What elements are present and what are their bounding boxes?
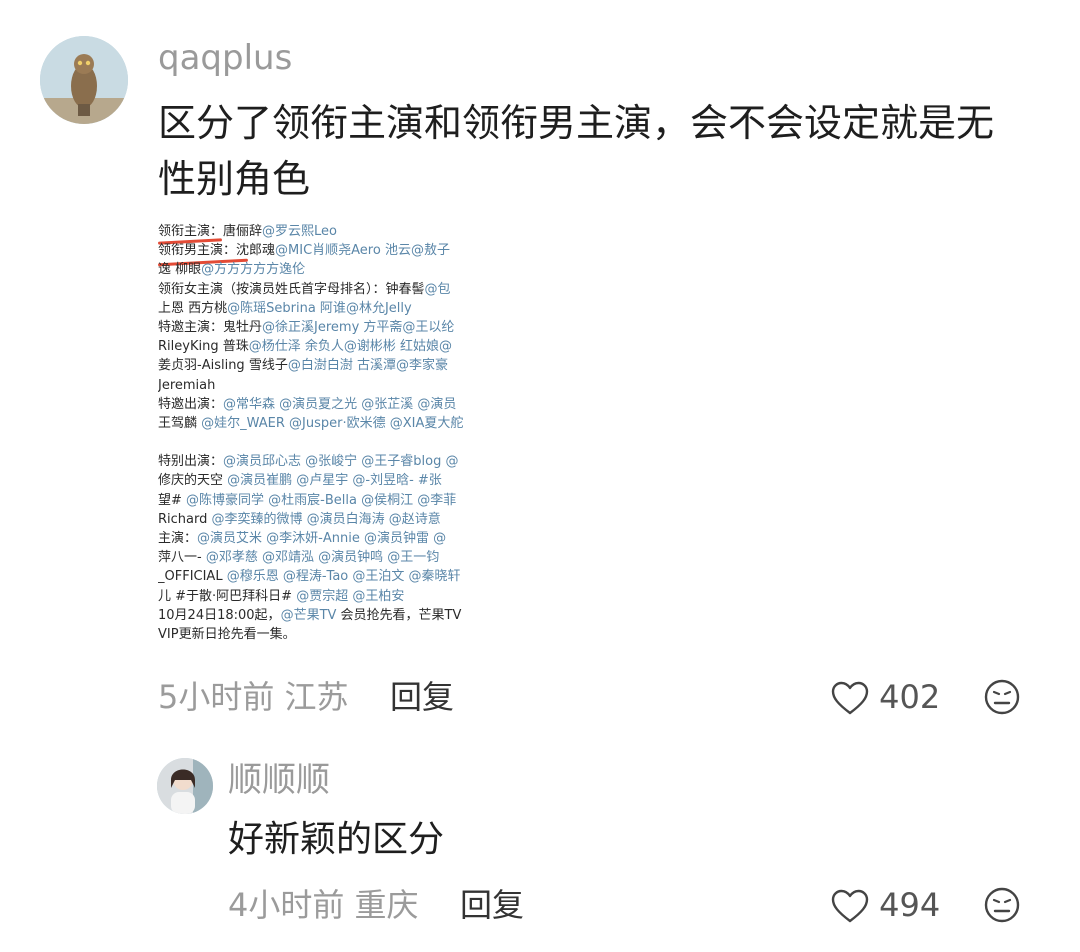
reply-button[interactable]: 回复 (390, 676, 454, 718)
attached-image-line: 特邀主演：鬼牡丹@徐正溪Jeremy 方平斋@王以纶 (158, 318, 508, 337)
attached-text-segment: 特邀主演：鬼牡丹 (158, 319, 263, 335)
attached-image-line: RileyKing 普珠@杨仕泽 余负人@谢彬彬 红姑娘@ (158, 337, 508, 356)
attached-image-line: 姜贞羽-Aisling 雪线子@白澍白澍 古溪潭@李家豪 (158, 356, 508, 375)
attached-image-line: 修庆的天空 @演员崔鹏 @卢星宇 @-刘昱晗- #张 (158, 471, 508, 490)
attached-mention: @林允Jelly (345, 300, 412, 316)
attached-mention: @敖子 (410, 243, 450, 259)
attached-text-segment: 望# (158, 492, 187, 508)
avatar-qaqplus[interactable] (40, 36, 128, 124)
avatar-shunshunshun[interactable] (157, 758, 213, 814)
attached-text-segment: 上恩 西方桃 (158, 300, 228, 316)
attached-text-segment: Richard (158, 511, 212, 527)
attached-mention: @芒果TV (280, 607, 337, 623)
attached-mention: @陈博豪同学 @杜雨宸-Bella @侯桐江 @李菲 (186, 492, 457, 508)
attached-mention: @邓孝慈 @邓靖泓 @演员钟鸣 @王一钧 (205, 550, 440, 566)
reply-username[interactable]: 顺顺顺 (228, 758, 330, 802)
attached-mention: @贾宗超 @王柏安 (296, 588, 405, 604)
attached-image-line: 望# @陈博豪同学 @杜雨宸-Bella @侯桐江 @李菲 (158, 491, 508, 510)
attached-text-segment: 修庆的天空 (158, 473, 228, 489)
attached-text-segment: 逸 柳眼 (158, 262, 202, 278)
attached-text-segment: VIP更新日抢先看一集。 (158, 626, 296, 642)
comment-time-location: 5小时前 江苏 (158, 678, 349, 716)
attached-text-segment: 10月24日18:00起， (158, 607, 281, 623)
attached-text-segment: 领衔主演：唐俪辞 (158, 224, 263, 239)
attached-text-segment: 领衔女主演（按演员姓氏首字母排名）：钟春髻 (158, 281, 425, 297)
attached-mention: @MIC肖顺尧Aero 池云 (275, 243, 411, 259)
attached-mention: @李家豪 (395, 358, 448, 374)
attached-text-segment: 主演： (158, 531, 198, 546)
reply-dislike-button[interactable] (983, 886, 1021, 924)
attached-mention: @陈瑶Sebrina 阿谁 (227, 300, 346, 316)
reply-like-button[interactable]: 494 (830, 884, 940, 926)
attached-image-text: 领衔主演：唐俪辞@罗云熙Leo 领衔男主演：沈郎魂@MIC肖顺尧Aero 池云@敖… (158, 222, 508, 654)
attached-mention: @李奕臻的微博 @演员白海涛 @赵诗意 (211, 511, 441, 527)
reply-like-count: 494 (879, 886, 941, 924)
attached-text-segment: 领衔男主演：沈郎魂 (158, 243, 276, 259)
attached-mention: @娃尔_WAER @Jusper·欧米德 @XIA夏大舵 (201, 415, 464, 431)
attached-image-line: 主演：@演员艾米 @李沐妍-Annie @演员钟雷 @ (158, 529, 508, 548)
attached-text-segment: 会员抢先看，芒果TV (336, 607, 462, 623)
attached-mention: @白澍白澍 古溪潭 (287, 358, 396, 374)
attached-text-segment: 姜贞羽-Aisling 雪线子 (158, 358, 288, 374)
attached-image-line: 领衔男主演：沈郎魂@MIC肖顺尧Aero 池云@敖子 (158, 241, 508, 260)
attached-text-segment: 特别出演： (158, 454, 224, 470)
attached-mention: @方方方方方逸伦 (201, 262, 306, 278)
attached-mention: @谢彬彬 红姑娘 (343, 339, 439, 355)
attached-text-segment: 王驾麟 (158, 415, 202, 431)
owl-avatar-image (40, 36, 128, 124)
frown-face-icon (984, 679, 1020, 715)
attached-image-line: 儿 #于散·阿巴拜科日# @贾宗超 @王柏安 (158, 587, 508, 606)
attached-mention: @罗云熙Leo (262, 224, 337, 239)
attached-mention: @演员邱心志 @张峻宁 @王子睿blog @ (223, 454, 459, 470)
attached-text-segment: 特邀出演： (158, 396, 224, 412)
attached-mention: @穆乐恩 @程涛-Tao @王泊文 @秦晓轩 (226, 569, 461, 585)
attached-text-segment: Jeremiah (158, 377, 216, 393)
reply-text: 好新颖的区分 (228, 819, 445, 860)
attached-text-segment: 儿 #于散·阿巴拜科日# (158, 588, 297, 604)
attached-image-line: VIP更新日抢先看一集。 (158, 625, 508, 644)
attached-image-line: 领衔主演：唐俪辞@罗云熙Leo (158, 222, 508, 241)
attached-mention: @常华森 @演员夏之光 @张芷溪 @演员 (223, 396, 457, 412)
attached-mention: @演员艾米 @李沐妍-Annie @演员钟雷 @ (197, 531, 447, 546)
comment-text: 区分了领衔主演和领衔男主演，会不会设定就是无性别角色 (158, 101, 995, 201)
reply-reply-button[interactable]: 回复 (460, 884, 524, 926)
user-avatar-image (157, 758, 213, 814)
heart-outline-icon (831, 681, 869, 715)
attached-image-line: _OFFICIAL @穆乐恩 @程涛-Tao @王泊文 @秦晓轩 (158, 567, 508, 586)
attached-image-line: 特邀出演：@常华森 @演员夏之光 @张芷溪 @演员 (158, 395, 508, 414)
attached-text-segment: RileyKing 普珠 (158, 339, 249, 355)
attached-mention: @ (439, 339, 452, 355)
attached-image-line: Richard @李奕臻的微博 @演员白海涛 @赵诗意 (158, 510, 508, 529)
attached-mention: @王以纶 (402, 319, 455, 335)
attached-image-line: 10月24日18:00起，@芒果TV 会员抢先看，芒果TV (158, 606, 508, 625)
attached-mention: @杨仕泽 余负人 (248, 339, 344, 355)
attached-text-segment: 萍八一- (158, 550, 206, 566)
attached-image-line (158, 433, 508, 452)
comment-username[interactable]: qaqplus (158, 36, 292, 80)
frown-face-icon (984, 887, 1020, 923)
like-button[interactable]: 402 (830, 676, 940, 718)
attached-image-line: 上恩 西方桃@陈瑶Sebrina 阿谁@林允Jelly (158, 299, 508, 318)
heart-outline-icon (831, 889, 869, 923)
attached-mention: @包 (424, 281, 451, 297)
attached-image-line: 萍八一- @邓孝慈 @邓靖泓 @演员钟鸣 @王一钧 (158, 548, 508, 567)
dislike-button[interactable] (983, 678, 1021, 716)
attached-image-line: Jeremiah (158, 376, 508, 395)
reply-time-location: 4小时前 重庆 (228, 886, 419, 924)
attached-image-line: 王驾麟 @娃尔_WAER @Jusper·欧米德 @XIA夏大舵 (158, 414, 508, 433)
attached-mention: @演员崔鹏 @卢星宇 @-刘昱晗- #张 (227, 473, 442, 489)
attached-image-line: 特别出演：@演员邱心志 @张峻宁 @王子睿blog @ (158, 452, 508, 471)
attached-mention: @徐正溪Jeremy 方平斋 (262, 319, 403, 335)
attached-text-segment: _OFFICIAL (158, 569, 227, 585)
like-count: 402 (879, 678, 941, 716)
attached-image-line: 领衔女主演（按演员姓氏首字母排名）：钟春髻@包 (158, 280, 508, 299)
attached-image-line: 逸 柳眼@方方方方方逸伦 (158, 260, 508, 279)
